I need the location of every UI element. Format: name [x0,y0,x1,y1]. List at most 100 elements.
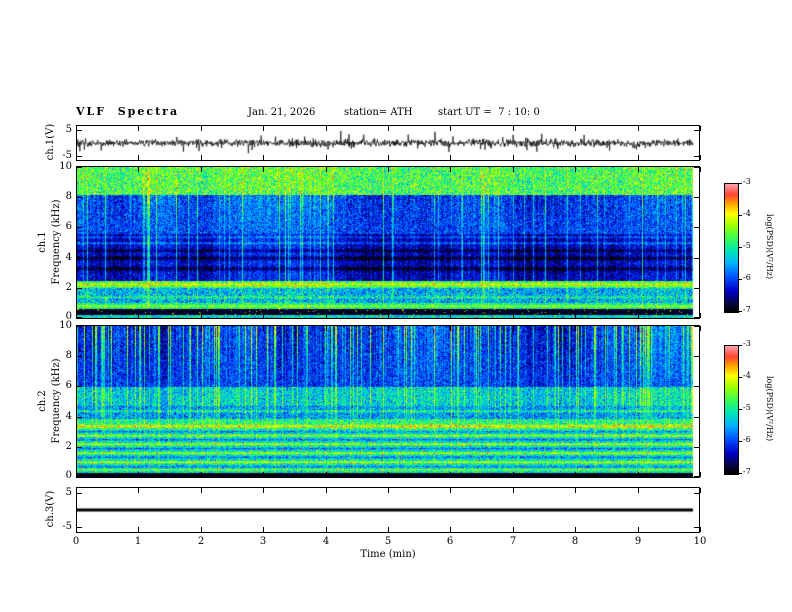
x-tick-label: 1 [134,536,142,547]
axis-tick [77,156,82,157]
colorbar-label: log(PSD)(V²/Hz) [765,214,774,280]
axis-tick [513,326,514,331]
axis-tick [450,527,451,532]
axis-tick [77,386,82,387]
axis-tick [694,447,699,448]
axis-tick [263,472,264,477]
axis-tick [694,288,699,289]
axis-tick [388,313,389,318]
ch1-spectrogram-panel [76,166,700,319]
axis-tick [77,356,82,357]
colorbar-tick-label: -7 [743,305,751,314]
axis-tick [388,126,389,131]
axis-tick [694,386,699,387]
x-tick-label: 0 [72,536,80,547]
axis-tick [388,167,389,172]
axis-tick [513,126,514,131]
axis-tick [263,155,264,160]
axis-tick [326,155,327,160]
ch3-voltage-axis-label: ch.3(V) [45,490,56,528]
axis-tick [700,155,701,160]
axis-tick [575,155,576,160]
x-tick-label: 9 [634,536,642,547]
axis-tick [263,326,264,331]
axis-tick [694,156,699,157]
axis-tick [77,476,82,477]
axis-tick [450,167,451,172]
ch2-spectrogram-canvas [77,326,699,477]
axis-tick [201,155,202,160]
colorbar-ch1 [724,183,739,313]
colorbar-tick-label: -7 [743,467,751,476]
y-tick-label: 0 [65,470,72,481]
axis-tick [638,313,639,318]
axis-tick [694,258,699,259]
axis-tick [138,488,139,493]
y-tick-label: 6 [65,221,72,232]
axis-tick [201,326,202,331]
y-tick-label: -5 [62,521,72,532]
axis-tick [513,527,514,532]
axis-tick [450,488,451,493]
colorbar-tick-label: -3 [743,177,751,186]
axis-tick [694,417,699,418]
axis-tick [201,313,202,318]
axis-tick [77,493,82,494]
axis-tick [575,527,576,532]
axis-tick [739,279,742,280]
x-tick-label: 4 [322,536,330,547]
y-tick-label: 5 [65,124,72,135]
time-axis-label: Time (min) [360,549,416,560]
axis-tick [77,317,82,318]
axis-tick [77,227,82,228]
axis-tick [77,288,82,289]
colorbar-tick-label: -4 [743,209,751,218]
y-tick-label: -5 [62,150,72,161]
axis-tick [513,488,514,493]
x-tick-label: 3 [259,536,267,547]
ch2-spectrogram-panel [76,325,700,478]
colorbar-label: log(PSD)(V²/Hz) [765,376,774,442]
axis-tick [694,130,699,131]
axis-tick [739,409,742,410]
y-tick-label: 2 [65,441,72,452]
colorbar-ch2 [724,345,739,475]
axis-tick [694,227,699,228]
axis-tick [739,473,742,474]
colorbar-tick-label: -3 [743,339,751,348]
y-tick-label: 8 [65,350,72,361]
axis-tick [138,313,139,318]
axis-tick [77,447,82,448]
axis-tick [700,313,701,318]
axis-tick [77,527,82,528]
axis-tick [138,167,139,172]
axis-tick [694,356,699,357]
axis-tick [77,258,82,259]
axis-tick [77,130,82,131]
axis-tick [700,126,701,131]
axis-tick [575,472,576,477]
axis-tick [201,488,202,493]
axis-tick [694,317,699,318]
y-tick-label: 10 [59,161,72,172]
colorbar-tick-label: -5 [743,403,751,412]
plot-station: station= ATH [344,107,413,118]
axis-tick [77,167,82,168]
axis-tick [263,488,264,493]
axis-tick [638,527,639,532]
axis-tick [513,313,514,318]
plot-start-ut: start UT = 7 : 10: 0 [438,107,540,118]
axis-tick [388,472,389,477]
y-tick-label: 8 [65,191,72,202]
axis-tick [201,527,202,532]
axis-tick [694,167,699,168]
x-tick-label: 2 [197,536,205,547]
colorbar-tick-label: -6 [743,273,751,282]
axis-tick [638,472,639,477]
axis-tick [739,183,742,184]
axis-tick [513,155,514,160]
axis-tick [739,247,742,248]
axis-tick [575,326,576,331]
axis-tick [739,311,742,312]
x-tick-label: 10 [693,536,707,547]
